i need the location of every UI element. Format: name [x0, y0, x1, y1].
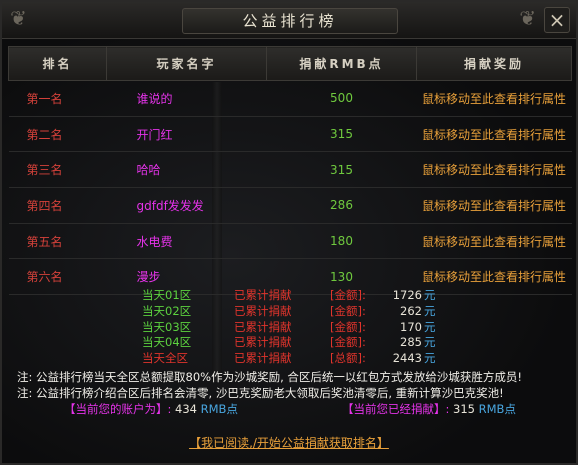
ranking-window: ❦ 公益排行榜 ❦ × 排名 玩家名字 捐献RMB点 捐献奖励 第一名 谁说的 … — [0, 0, 578, 465]
reward-link[interactable]: 鼠标移动至此查看排行属性 — [416, 258, 572, 296]
table-row: 第二名 开门红 315 鼠标移动至此查看排行属性 — [8, 116, 572, 153]
summary-label: 已累计捐献 — [234, 319, 292, 334]
summary-unit: 元 — [424, 288, 436, 302]
summary-zone: 当天03区 — [142, 319, 192, 334]
rank-cell: 第三名 — [8, 151, 107, 189]
player-name-cell: 谁说的 — [106, 80, 267, 117]
rank-cell: 第四名 — [8, 187, 107, 224]
points-cell: 315 — [266, 151, 417, 189]
summary-value: 170 — [400, 319, 422, 334]
summary-row: 当天01区 已累计捐献 [金额]: 1726 元 — [142, 288, 436, 304]
player-name-cell: gdfdf发发发 — [106, 187, 267, 224]
summary-row: 当天03区 已累计捐献 [金额]: 170 元 — [142, 320, 436, 336]
table-row: 第五名 水电费 180 鼠标移动至此查看排行属性 — [8, 223, 572, 260]
reward-link[interactable]: 鼠标移动至此查看排行属性 — [416, 80, 572, 117]
rank-cell: 第六名 — [8, 258, 107, 296]
summary-row-total: 当天全区 已累计捐献 [总额]: 2443 元 — [142, 351, 436, 367]
summary-amount-label: [金额]: — [330, 288, 366, 302]
summary-unit: 元 — [424, 335, 436, 350]
summary-value: 1726 — [392, 288, 422, 302]
donated-label: 【当前您已经捐献】: — [342, 402, 450, 416]
summary-amount-label: [金额]: — [330, 319, 366, 334]
summary-label: 已累计捐献 — [234, 335, 292, 350]
header-player-name: 玩家名字 — [106, 46, 267, 81]
header-rank: 排名 — [8, 46, 107, 81]
ornament-right-icon: ❦ — [519, 6, 536, 30]
summary-amount-label: [金额]: — [330, 335, 366, 350]
account-unit: RMB点 — [200, 402, 238, 416]
account-balance: 【当前您的账户为】: 434 RMB点 — [64, 401, 238, 417]
header-reward: 捐献奖励 — [416, 46, 572, 81]
summary-zone: 当天04区 — [142, 335, 192, 350]
player-name-cell: 哈哈 — [106, 151, 267, 189]
summary-unit: 元 — [424, 351, 436, 366]
donated-value: 315 — [453, 402, 475, 416]
table-row: 第一名 谁说的 500 鼠标移动至此查看排行属性 — [8, 80, 572, 117]
table-header-row: 排名 玩家名字 捐献RMB点 捐献奖励 — [8, 46, 572, 81]
close-button[interactable]: × — [544, 7, 570, 33]
start-donation-link[interactable]: 【我已阅读,/开始公益捐献获取排名】 — [189, 436, 389, 450]
summary-label: 已累计捐献 — [234, 288, 292, 302]
rank-cell: 第五名 — [8, 223, 107, 260]
rank-cell: 第一名 — [8, 80, 107, 117]
rank-cell: 第二名 — [8, 116, 107, 153]
summary-zone: 当天01区 — [142, 288, 192, 302]
reward-link[interactable]: 鼠标移动至此查看排行属性 — [416, 223, 572, 260]
summary-label: 已累计捐献 — [234, 303, 292, 318]
player-name-cell: 开门红 — [106, 116, 267, 153]
summary-unit: 元 — [424, 319, 436, 334]
header-donated-points: 捐献RMB点 — [266, 46, 417, 81]
reward-link[interactable]: 鼠标移动至此查看排行属性 — [416, 187, 572, 224]
table-row: 第三名 哈哈 315 鼠标移动至此查看排行属性 — [8, 151, 572, 189]
note-line-2: 注: 公益排行榜介绍合区后排名会清零, 沙巴克奖励老大领取后奖池清零后, 重新计… — [17, 386, 504, 400]
action-area: 【我已阅读,/开始公益捐献获取排名】 — [2, 432, 576, 451]
donated-unit: RMB点 — [478, 402, 516, 416]
note-line-1: 注: 公益排行榜当天全区总额提取80%作为沙城奖励, 合区后统一以红包方式发放给… — [17, 370, 523, 384]
points-cell: 286 — [266, 187, 417, 224]
summary-value: 262 — [400, 303, 422, 318]
summary-row: 当天02区 已累计捐献 [金额]: 262 元 — [142, 304, 436, 320]
table-row: 第四名 gdfdf发发发 286 鼠标移动至此查看排行属性 — [8, 187, 572, 224]
donated-total: 【当前您已经捐献】: 315 RMB点 — [342, 401, 516, 417]
account-value: 434 — [175, 402, 197, 416]
summary-amount-label: [总额]: — [330, 351, 366, 366]
summary-amount-label: [金额]: — [330, 303, 366, 318]
player-name-cell: 水电费 — [106, 223, 267, 260]
window-title: 公益排行榜 — [182, 8, 398, 34]
points-cell: 180 — [266, 223, 417, 260]
account-label: 【当前您的账户为】: — [64, 402, 172, 416]
points-cell: 500 — [266, 80, 417, 117]
summary-label: 已累计捐献 — [234, 351, 292, 366]
ranking-table: 排名 玩家名字 捐献RMB点 捐献奖励 第一名 谁说的 500 鼠标移动至此查看… — [8, 46, 572, 296]
title-bar: ❦ 公益排行榜 ❦ × — [2, 2, 576, 39]
summary-zone: 当天全区 — [142, 351, 188, 366]
summary-value: 285 — [400, 335, 422, 350]
summary-value: 2443 — [392, 351, 422, 366]
summary-unit: 元 — [424, 303, 436, 318]
summary-zone: 当天02区 — [142, 303, 192, 318]
summary-row: 当天04区 已累计捐献 [金额]: 285 元 — [142, 335, 436, 351]
points-cell: 315 — [266, 116, 417, 153]
reward-link[interactable]: 鼠标移动至此查看排行属性 — [416, 116, 572, 153]
reward-link[interactable]: 鼠标移动至此查看排行属性 — [416, 151, 572, 189]
ornament-left-icon: ❦ — [10, 6, 27, 30]
donation-summary: 当天01区 已累计捐献 [金额]: 1726 元 当天02区 已累计捐献 [金额]: 262 元… — [142, 288, 436, 367]
